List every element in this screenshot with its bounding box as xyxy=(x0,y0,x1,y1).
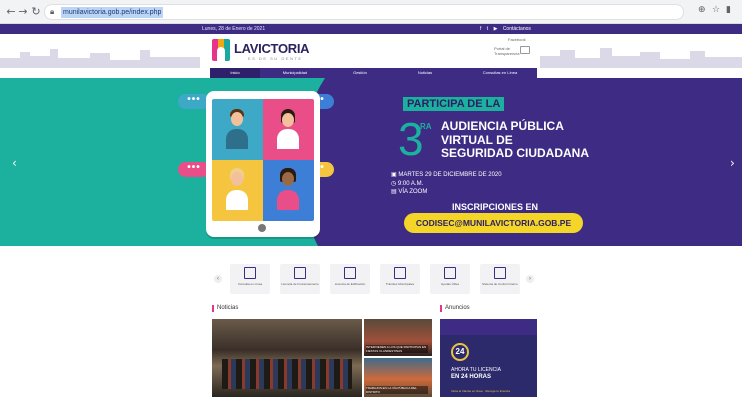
skyline-decoration xyxy=(0,48,742,68)
document-icon xyxy=(394,267,406,279)
participant-tile xyxy=(212,160,263,221)
service-label: Trámites Municipales xyxy=(385,282,415,286)
ad-line: EN 24 HORAS xyxy=(451,374,492,380)
contact-link[interactable]: Contáctanos xyxy=(503,26,531,32)
banner-inscripciones: INSCRIPCIONES EN xyxy=(452,202,539,212)
banner-email-link[interactable]: CODISEC@MUNILAVICTORIA.GOB.PE xyxy=(404,213,583,233)
control-icon xyxy=(494,267,506,279)
carousel-prev-icon[interactable]: ‹ xyxy=(12,156,17,170)
logo-name: LAVICTORIA xyxy=(234,41,310,56)
monitor-icon xyxy=(244,267,256,279)
site-header: LAVICTORIA ES DE SU GENTE Facebook Porta… xyxy=(0,34,742,68)
participant-tile xyxy=(263,160,314,221)
services-prev-icon[interactable]: ‹ xyxy=(214,275,222,283)
reload-icon[interactable]: ↻ xyxy=(29,5,43,19)
services-strip: ‹ Consulta en Línea Licencia de Funciona… xyxy=(0,246,742,300)
current-date: Lunes, 28 de Enero de 2021 xyxy=(202,26,266,32)
zoom-icon[interactable]: ⊕ xyxy=(698,5,706,15)
logo-tagline: ES DE SU GENTE xyxy=(248,56,303,61)
banner-event-details: ▣ MARTES 29 DE DICIEMBRE DE 2020 ◷ 9:00 … xyxy=(391,171,502,197)
service-card[interactable]: Consulta en Línea xyxy=(230,264,270,294)
main-navigation: Inicio Municipalidad Gestión Noticias Co… xyxy=(210,68,537,78)
banner-participa: PARTICIPA DE LA xyxy=(403,97,505,111)
tablet-illustration xyxy=(206,91,320,237)
featured-news-image[interactable] xyxy=(212,319,362,397)
logo-mark-icon xyxy=(212,39,230,61)
help-icon xyxy=(444,267,456,279)
participant-tile xyxy=(212,99,263,160)
clock-icon: ◷ xyxy=(391,180,398,187)
transparency-icon xyxy=(520,46,530,54)
nav-item-noticias[interactable]: Noticias xyxy=(395,68,455,78)
page: ← → ↻ 🔒︎ munilavictoria.gob.pe/index.php… xyxy=(0,0,742,397)
banner-title-line: AUDIENCIA PÚBLICA xyxy=(441,119,564,133)
service-card[interactable]: Sistema de Control Interno xyxy=(480,264,520,294)
service-label: Ayudas Útiles xyxy=(440,282,460,286)
nav-item-inicio[interactable]: Inicio xyxy=(210,68,260,78)
tablet-home-button xyxy=(258,224,266,232)
site-logo[interactable]: LAVICTORIA ES DE SU GENTE xyxy=(212,39,312,65)
star-icon[interactable]: ☆ xyxy=(712,5,720,15)
extension-icon[interactable]: ▮ xyxy=(726,5,731,15)
service-label: Consulta en Línea xyxy=(237,282,263,286)
service-label: Licencia de Funcionamiento xyxy=(281,282,319,286)
top-info-bar: Lunes, 28 de Enero de 2021 f t ▶ Contáct… xyxy=(0,24,742,34)
event-date: MARTES 29 DE DICIEMBRE DE 2020 xyxy=(398,172,502,178)
twitter-icon[interactable]: t xyxy=(487,26,488,32)
nav-item-municipalidad[interactable]: Municipalidad xyxy=(265,68,325,78)
forward-icon[interactable]: → xyxy=(16,5,30,19)
service-card[interactable]: Trámites Municipales xyxy=(380,264,420,294)
ad-line: AHORA TU LICENCIA xyxy=(451,367,501,373)
participant-tile xyxy=(263,99,314,160)
news-side-item[interactable]: INTERVIENEN A LOS QUE PARTICIPAN EN FIES… xyxy=(364,319,432,356)
ad-24-badge: 24 xyxy=(451,343,469,361)
event-time: 9:00 A.M. xyxy=(397,180,424,187)
news-caption: INTERVIENEN A LOS QUE PARTICIPAN EN FIES… xyxy=(366,345,428,353)
lock-icon: 🔒︎ xyxy=(50,7,55,16)
services-next-icon[interactable]: › xyxy=(526,275,534,283)
license-icon xyxy=(294,267,306,279)
header-facebook-link[interactable]: Facebook xyxy=(508,37,526,42)
building-icon xyxy=(344,267,356,279)
section-title-news: Noticias xyxy=(212,305,238,312)
social-links: f t ▶ Contáctanos xyxy=(480,25,535,33)
announcement-banner[interactable]: 24 AHORA TU LICENCIA EN 24 HORAS Inicia … xyxy=(440,319,537,397)
facebook-icon[interactable]: f xyxy=(480,26,481,32)
ad-line: Inicia el trámite en línea · Recoge tu l… xyxy=(451,389,510,393)
url-text[interactable]: munilavictoria.gob.pe/index.php xyxy=(61,7,164,18)
browser-toolbar: ← → ↻ 🔒︎ munilavictoria.gob.pe/index.php… xyxy=(0,0,742,24)
service-card[interactable]: Ayudas Útiles xyxy=(430,264,470,294)
nav-item-consultas[interactable]: Consultas en Línea xyxy=(465,68,535,78)
news-caption: TRABAJOS EN LA VÍA PÚBLICA DEL DISTRITO xyxy=(366,386,428,394)
event-platform: VÍA ZOOM xyxy=(398,189,428,195)
service-label: Sistema de Control Interno xyxy=(482,282,518,286)
banner-title-line: SEGURIDAD CIUDADANA xyxy=(441,146,590,160)
news-photo-crowd xyxy=(222,359,352,389)
hero-banner[interactable]: ••• ••• ••• ••• xyxy=(0,78,742,246)
news-side-item[interactable]: TRABAJOS EN LA VÍA PÚBLICA DEL DISTRITO xyxy=(364,358,432,397)
service-card[interactable]: Licencia de Edificación xyxy=(330,264,370,294)
section-title-ads: Anuncios xyxy=(440,305,470,312)
service-label: Licencia de Edificación xyxy=(334,282,366,286)
banner-title: AUDIENCIA PÚBLICA VIRTUAL DE SEGURIDAD C… xyxy=(441,119,611,161)
ad-header-strip xyxy=(440,319,537,335)
address-bar[interactable]: 🔒︎ munilavictoria.gob.pe/index.php xyxy=(44,4,684,20)
youtube-icon[interactable]: ▶ xyxy=(494,26,498,32)
service-card[interactable]: Licencia de Funcionamiento xyxy=(280,264,320,294)
banner-title-line: VIRTUAL DE xyxy=(441,132,513,147)
carousel-next-icon[interactable]: › xyxy=(730,156,735,170)
video-call-grid xyxy=(212,99,314,221)
nav-item-gestion[interactable]: Gestión xyxy=(330,68,390,78)
banner-ordinal-suffix: RA xyxy=(420,122,432,131)
